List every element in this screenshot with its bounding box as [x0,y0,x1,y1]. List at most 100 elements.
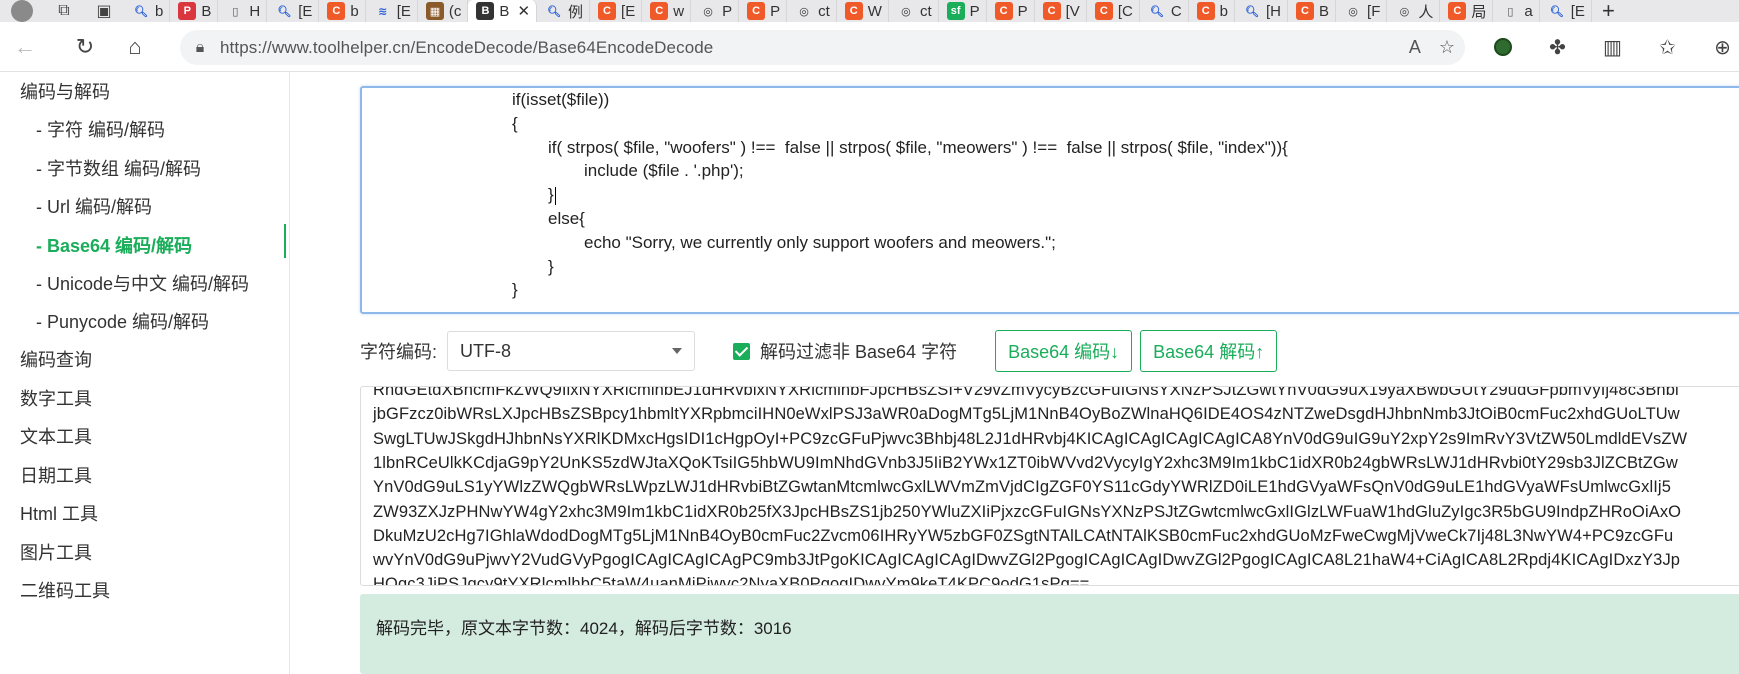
browser-tab[interactable]: sf P [939,0,987,22]
browser-tab[interactable]: Cb [1189,0,1236,22]
browser-tab[interactable]: ≋ [E [366,0,418,22]
browser-tab[interactable]: ▦ (c [418,0,469,22]
extension-icon [1493,38,1512,56]
browser-tab[interactable]: PB [170,0,219,22]
sidebar-item[interactable]: - 字符 编码/解码 [0,116,290,142]
sidebar-item[interactable]: 编码与解码 [0,78,290,104]
filter-label: 解码过滤非 Base64 字符 [760,342,958,362]
code-line-text: include ($file . '.php'); [584,161,744,181]
browser-tab[interactable]: ◎ ct [889,0,939,22]
lock-icon[interactable]: 🔒︎ [180,39,220,57]
feed-icon: ◎ [799,5,809,18]
tab-label: ct [919,2,932,20]
browser-tab[interactable]: CP [987,0,1035,22]
sidebar-item[interactable]: - 字节数组 编码/解码 [0,155,290,181]
charset-select[interactable]: UTF-8 [447,331,696,371]
read-aloud-icon[interactable]: A [1409,37,1421,58]
extension-button[interactable] [1475,22,1530,72]
back-button[interactable]: ← [0,22,50,72]
tab-label: W [867,2,882,20]
new-tab-button[interactable]: + [1592,0,1625,22]
base64-encode-button[interactable]: Base64 编码↓ [995,330,1133,372]
address-bar[interactable]: 🔒︎ https://www.toolhelper.cn/EncodeDecod… [180,30,1465,65]
search-icon: 🔍︎ [277,5,292,18]
browser-tab[interactable]: B B ✕ [468,0,538,22]
tab-label: P [969,2,980,20]
sidebar-item[interactable]: Html 工具 [0,500,290,526]
sidebar-item[interactable]: 文本工具 [0,423,290,449]
base64-decode-button[interactable]: Base64 解码↑ [1140,330,1278,372]
code-line-text: if( strpos( $file, "woofers" ) !== false… [548,137,1288,157]
tab-label: ct [818,2,830,20]
tab-actions-icon[interactable]: ▣ [84,0,124,22]
profile-avatar[interactable] [0,0,44,22]
browser-tab[interactable]: ▯ a [1493,0,1540,22]
browser-tab[interactable]: 🔍︎ C [1140,0,1189,22]
code-line: else{ [548,209,585,229]
search-icon: 🔍︎ [134,5,148,18]
output-line: HQgc3JjPSJqcy9tYXRlcmlhbC5taW4uanMiPjwvc… [373,575,1090,586]
sidebar-item[interactable]: - Base64 编码/解码 [0,224,290,258]
sidebar: 编码与解码 - 字符 编码/解码 - 字节数组 编码/解码 - Url 编码/解码 - … [0,72,290,674]
browser-toolbar: ← ↻ ⌂ 🔒︎ https://www.toolhelper.cn/Encod… [0,22,1739,72]
browser-tab[interactable]: C [V [1035,0,1087,22]
browser-tab[interactable]: ◎ [F [1336,0,1388,22]
refresh-icon: ↻ [75,33,95,59]
browser-tab[interactable]: 🔍︎ [E [1540,0,1592,22]
sidebar-item[interactable]: 图片工具 [0,539,290,565]
sidebar-item[interactable]: 编码查询 [0,346,290,372]
sidebar-item[interactable]: - Url 编码/解码 [0,193,290,219]
browser-tab[interactable]: 🔍︎ [H [1235,0,1289,22]
code-line: if( strpos( $file, "woofers" ) !== false… [548,138,1288,158]
feed-icon: ◎ [1399,5,1410,18]
text-caret [554,186,556,205]
close-tab-icon[interactable]: ✕ [517,2,530,20]
browser-tab[interactable]: ▯ H [218,0,268,22]
refresh-button[interactable]: ↻ [60,22,110,72]
browser-tab[interactable]: 🔍︎ 例 [537,0,591,22]
browser-tab[interactable]: 🔍︎ b [124,0,171,22]
browser-tab[interactable]: CW [837,0,889,22]
sidebar-item[interactable]: - Punycode 编码/解码 [0,308,290,334]
favorite-star-icon[interactable]: ☆ [1439,37,1455,58]
search-icon: 🔍︎ [1245,5,1259,18]
browser-tab[interactable]: C [E [590,0,643,22]
browser-tab[interactable]: C [C [1087,0,1140,22]
browser-tab[interactable]: C局 [1440,0,1494,22]
base64-output-textarea[interactable]: RndGEtdXBncmFkZWQ9IlxNYXRlcmlhbEJ1dHRvbl… [360,386,1739,586]
browser-tab[interactable]: 🔍︎ [E [267,0,320,22]
sidebar-item[interactable]: - Unicode与中文 编码/解码 [0,270,290,296]
source-text-input[interactable]: if(isset($file)) {if( strpos( $file, "woo… [360,86,1739,314]
browser-tab[interactable]: CP [739,0,788,22]
sidebar-item[interactable]: 二维码工具 [0,577,290,603]
collections-icon[interactable]: ⊕ [1695,22,1739,72]
back-arrow-icon: ← [14,33,36,59]
url-text[interactable]: https://www.toolhelper.cn/EncodeDecode/B… [220,38,713,58]
feed-icon: ◎ [703,5,713,18]
search-icon: 🔍︎ [1149,5,1164,18]
tab-label: B [499,2,510,20]
options-row: 字符编码: UTF-8 解码过滤非 Base64 字符 Base64 编码↓ B… [360,330,1739,372]
browser-tab[interactable]: CB [1288,0,1337,22]
doc-icon: ▯ [1507,5,1514,18]
browser-tab[interactable]: ◎ ct [787,0,837,22]
browser-tab[interactable]: Cw [642,0,692,22]
tab-label: w [673,2,685,20]
c-icon: C [844,2,863,20]
split-screen-icon[interactable]: ▥ [1585,22,1640,72]
tab-label: [E [298,2,313,20]
favorites-icon[interactable]: ✩ [1640,22,1695,72]
sidebar-item[interactable]: 日期工具 [0,462,290,488]
filter-non-base64-toggle[interactable]: 解码过滤非 Base64 字符 [733,338,957,364]
home-button[interactable]: ⌂ [110,22,160,72]
browser-tab[interactable]: Cb [319,0,366,22]
workspaces-icon[interactable]: ⧉ [44,0,84,22]
code-line-text: echo "Sorry, we currently only support w… [584,232,1056,252]
browser-tab[interactable]: ◎ 人 [1387,0,1441,22]
extensions-puzzle-icon[interactable]: ✤ [1530,22,1585,72]
tab-label: (c [448,2,462,20]
browser-tab[interactable]: ◎ P [691,0,740,22]
checkbox-checked-icon[interactable] [733,342,751,360]
tab-label: B [201,2,212,20]
sidebar-item[interactable]: 数字工具 [0,385,290,411]
